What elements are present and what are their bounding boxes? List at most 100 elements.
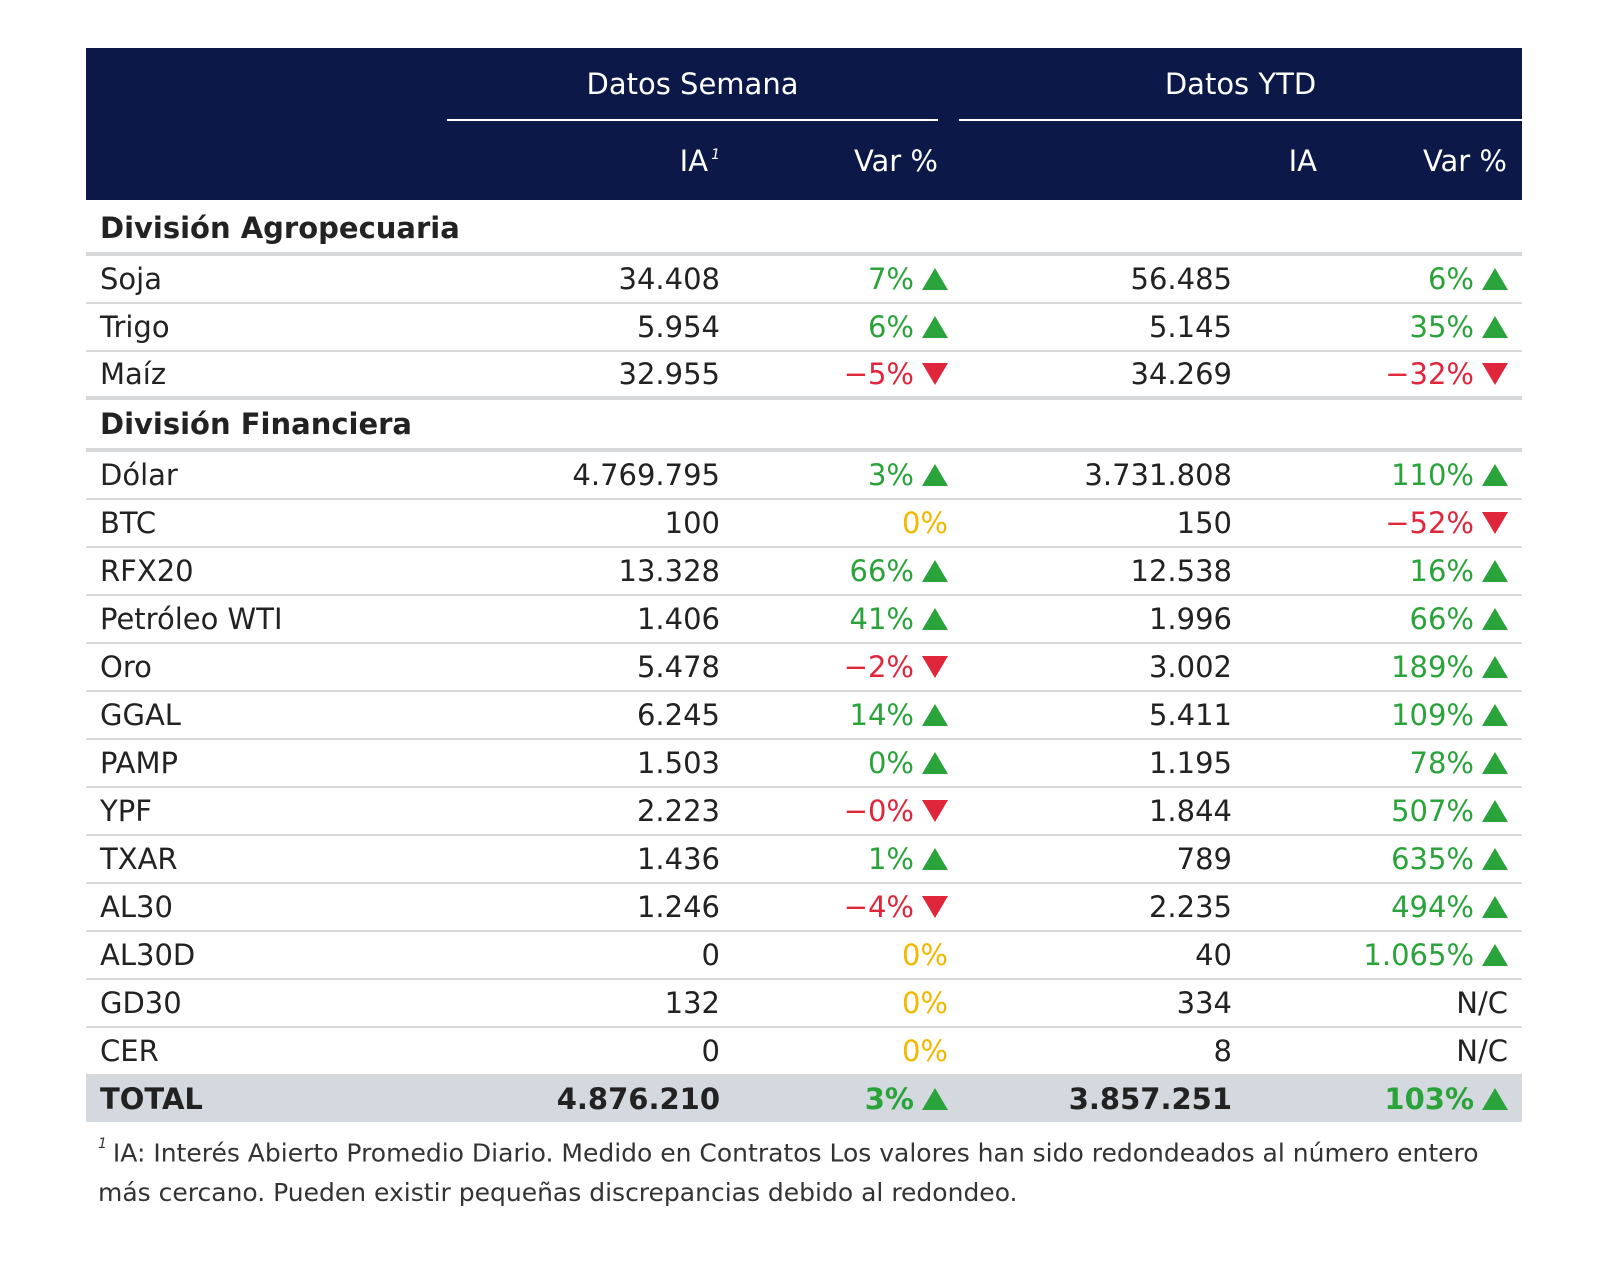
var-ytd-cell: −52% <box>1385 506 1508 540</box>
ia-ytd-cell: 8 <box>1213 1034 1232 1068</box>
var-week-cell-value: 3% <box>864 1082 914 1116</box>
row-name: BTC <box>100 506 157 540</box>
triangle-up-icon <box>1482 560 1508 582</box>
ia-ytd-cell: 150 <box>1176 506 1232 540</box>
var-week-cell: 0% <box>868 746 948 780</box>
footnote-marker: 1 <box>711 146 720 163</box>
row-name: Trigo <box>100 310 170 344</box>
triangle-up-icon <box>922 608 948 630</box>
table-row: Dólar 4.769.795 3% 3.731.808 110% <box>86 452 1522 500</box>
var-ytd-cell-value: 35% <box>1409 310 1474 344</box>
var-week-cell-value: −2% <box>843 650 914 684</box>
triangle-up-icon <box>1482 608 1508 630</box>
var-ytd-cell-value: −52% <box>1385 506 1474 540</box>
var-week-cell-value: −5% <box>843 357 914 391</box>
var-week-cell-value: 0% <box>867 746 914 780</box>
table-row: AL30 1.246 −4% 2.235 494% <box>86 884 1522 932</box>
table-row: PAMP 1.503 0% 1.195 78% <box>86 740 1522 788</box>
triangle-up-icon <box>1482 704 1508 726</box>
table-row: Petróleo WTI 1.406 41% 1.996 66% <box>86 596 1522 644</box>
ia-ytd-cell: 3.857.251 <box>1068 1082 1232 1116</box>
var-week-cell: 0% <box>902 938 948 972</box>
triangle-up-icon <box>922 268 948 290</box>
var-ytd-cell-value: 110% <box>1391 458 1474 492</box>
ia-week-cell: 0 <box>701 1034 720 1068</box>
ia-week-cell: 1.406 <box>636 602 720 636</box>
var-week-cell: 66% <box>850 554 948 588</box>
triangle-up-icon <box>922 752 948 774</box>
ia-week-cell: 100 <box>664 506 720 540</box>
row-name: Oro <box>100 650 152 684</box>
triangle-up-icon <box>922 464 948 486</box>
row-name: TOTAL <box>100 1082 203 1116</box>
row-name: Maíz <box>100 357 167 391</box>
ia-week-cell: 1.246 <box>636 890 720 924</box>
ia-week-cell: 4.876.210 <box>556 1082 720 1116</box>
ia-ytd-cell: 12.538 <box>1130 554 1232 588</box>
table-row: GD30 132 0% 334 N/C <box>86 980 1522 1028</box>
var-week-cell: 7% <box>868 262 948 296</box>
ia-week-cell: 132 <box>664 986 720 1020</box>
table-header: Datos Semana Datos YTD IA 1 Var % IA Var … <box>86 48 1522 200</box>
var-week-cell: 0% <box>902 1034 948 1068</box>
triangle-up-icon <box>1482 800 1508 822</box>
var-ytd-cell: 66% <box>1410 602 1508 636</box>
var-week-cell-value: 7% <box>867 262 914 296</box>
var-ytd-cell-value: 507% <box>1391 794 1474 828</box>
triangle-down-icon <box>922 800 948 822</box>
var-week-cell-value: 6% <box>867 310 914 344</box>
ia-week-cell: 5.954 <box>636 310 720 344</box>
col-header-var-week: Var % <box>853 143 938 178</box>
triangle-up-icon <box>1482 316 1508 338</box>
section-title: División Financiera <box>100 407 413 441</box>
ia-week-cell: 1.436 <box>636 842 720 876</box>
var-ytd-cell: 189% <box>1391 650 1508 684</box>
footnote-marker: 1 <box>98 1136 107 1152</box>
row-name: AL30 <box>100 890 173 924</box>
var-ytd-cell-value: 66% <box>1409 602 1474 636</box>
table-row: RFX20 13.328 66% 12.538 16% <box>86 548 1522 596</box>
table-row: AL30D 0 0% 40 1.065% <box>86 932 1522 980</box>
var-week-cell: 14% <box>850 698 948 732</box>
triangle-up-icon <box>1482 896 1508 918</box>
table-row: BTC 100 0% 150 −52% <box>86 500 1522 548</box>
var-ytd-cell-value: 494% <box>1391 890 1474 924</box>
var-week-cell-value: 14% <box>849 698 914 732</box>
ia-ytd-cell: 1.195 <box>1148 746 1232 780</box>
col-header-ia-week: IA 1 <box>447 121 720 200</box>
var-ytd-cell-value: 189% <box>1391 650 1474 684</box>
var-week-cell: 0% <box>902 986 948 1020</box>
row-name: AL30D <box>100 938 196 972</box>
col-header-var-ytd: Var % <box>1422 143 1507 178</box>
var-week-cell: 0% <box>902 506 948 540</box>
ia-ytd-cell: 34.269 <box>1130 357 1232 391</box>
var-week-cell: 41% <box>850 602 948 636</box>
var-ytd-cell: N/C <box>1456 1034 1508 1068</box>
triangle-up-icon <box>1482 656 1508 678</box>
row-name: GGAL <box>100 698 181 732</box>
var-week-cell-value: 0% <box>901 986 948 1020</box>
triangle-down-icon <box>1482 512 1508 534</box>
var-week-cell-value: 0% <box>901 938 948 972</box>
var-ytd-cell-value: N/C <box>1456 1034 1508 1068</box>
footnote: 1 IA: Interés Abierto Promedio Diario. Me… <box>98 1128 1498 1213</box>
var-ytd-cell: 109% <box>1391 698 1508 732</box>
group-header-ytd: Datos YTD <box>1164 67 1317 101</box>
var-ytd-cell: 635% <box>1391 842 1508 876</box>
table-row: GGAL 6.245 14% 5.411 109% <box>86 692 1522 740</box>
row-name: GD30 <box>100 986 182 1020</box>
triangle-up-icon <box>922 1088 948 1110</box>
ia-week-cell: 13.328 <box>618 554 720 588</box>
var-ytd-cell: 35% <box>1410 310 1508 344</box>
var-week-cell-value: 3% <box>867 458 914 492</box>
var-ytd-cell: 103% <box>1384 1082 1508 1116</box>
var-ytd-cell-value: −32% <box>1385 357 1474 391</box>
ia-ytd-cell: 1.844 <box>1148 794 1232 828</box>
ia-ytd-cell: 1.996 <box>1148 602 1232 636</box>
ia-ytd-cell: 5.145 <box>1148 310 1232 344</box>
ia-ytd-cell: 2.235 <box>1148 890 1232 924</box>
row-name: YPF <box>100 794 152 828</box>
data-table: Datos Semana Datos YTD IA 1 Var % IA Var … <box>86 48 1522 1122</box>
var-week-cell-value: 41% <box>849 602 914 636</box>
triangle-up-icon <box>1482 1088 1508 1110</box>
